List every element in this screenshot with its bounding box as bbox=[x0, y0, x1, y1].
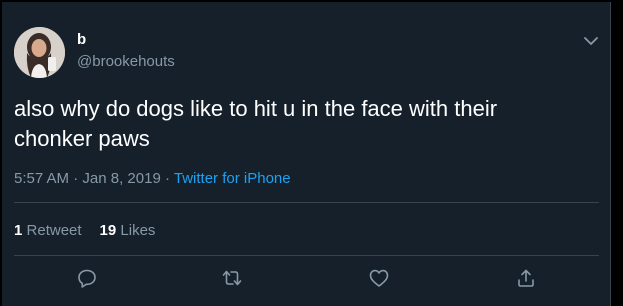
user-handle[interactable]: @brookehouts bbox=[77, 53, 175, 71]
tweet-card: b @brookehouts also why do dogs like to … bbox=[2, 2, 611, 306]
meta-separator: · bbox=[164, 170, 170, 187]
engagement-stats: 1 Retweet 19 Likes bbox=[14, 222, 155, 240]
likes-label: Likes bbox=[120, 222, 156, 239]
retweet-count: 1 bbox=[14, 222, 23, 239]
chevron-down-icon[interactable] bbox=[580, 32, 602, 50]
divider bbox=[14, 255, 599, 256]
tweet-time[interactable]: 5:57 AM bbox=[14, 170, 69, 187]
avatar[interactable] bbox=[14, 27, 65, 78]
like-count: 19 bbox=[99, 222, 117, 239]
display-name[interactable]: b bbox=[77, 32, 86, 48]
divider bbox=[14, 202, 599, 203]
tweet-date[interactable]: Jan 8, 2019 bbox=[82, 170, 160, 187]
reply-icon[interactable] bbox=[76, 267, 98, 289]
heart-icon[interactable] bbox=[368, 267, 390, 289]
tweet-text: also why do dogs like to hit u in the fa… bbox=[14, 96, 498, 151]
retweet-stat[interactable]: 1 Retweet bbox=[14, 222, 82, 239]
retweet-label: Retweet bbox=[26, 222, 82, 239]
retweet-icon[interactable] bbox=[221, 267, 243, 289]
share-icon[interactable] bbox=[515, 267, 537, 289]
likes-stat[interactable]: 19 Likes bbox=[100, 222, 156, 239]
tweet-source-link[interactable]: Twitter for iPhone bbox=[174, 170, 291, 187]
meta-separator: · bbox=[73, 170, 79, 187]
tweet-meta: 5:57 AM · Jan 8, 2019 · Twitter for iPho… bbox=[14, 170, 291, 188]
